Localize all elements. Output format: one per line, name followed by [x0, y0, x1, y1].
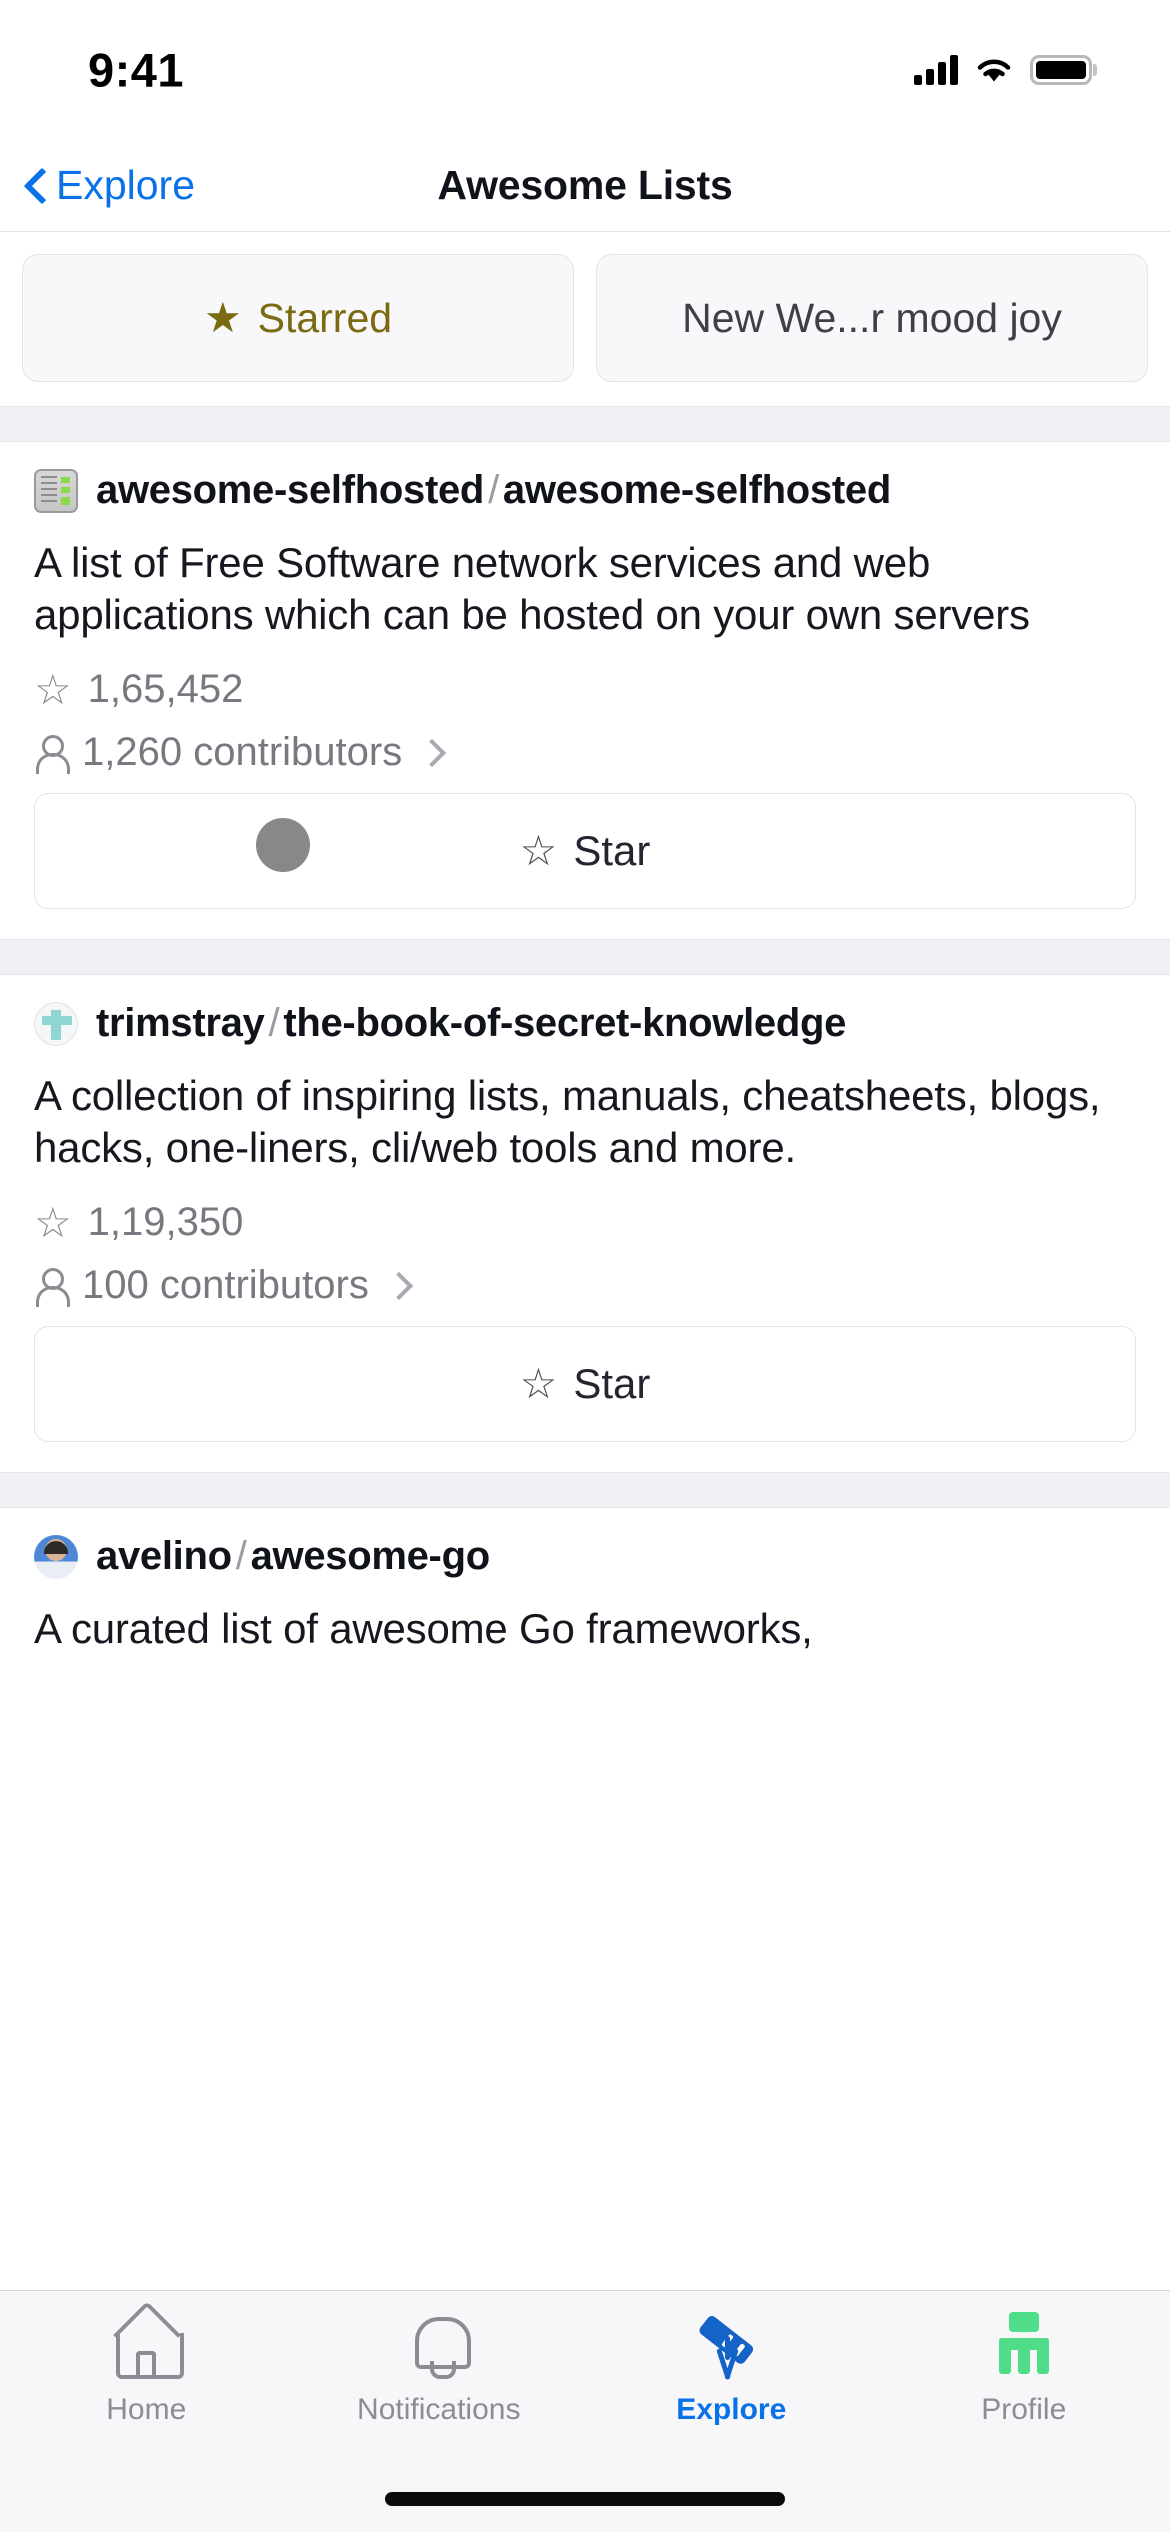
telescope-icon — [695, 2308, 767, 2380]
repository-title: the-book-of-secret-knowledge — [283, 1001, 847, 1046]
contributors-count: 100 contributors — [82, 1263, 369, 1308]
person-green-icon — [993, 2312, 1055, 2376]
repository-owner: avelino — [96, 1534, 232, 1579]
app-screen: 9:41 Explore Awesome Lists ★ Starred New… — [0, 0, 1170, 2532]
repository-header[interactable]: awesome-selfhosted / awesome-selfhosted — [34, 468, 1136, 513]
cellular-signal-icon — [914, 55, 958, 85]
wifi-icon — [977, 59, 1011, 82]
contributors-row[interactable]: 100 contributors — [34, 1263, 1136, 1308]
repository-header[interactable]: trimstray / the-book-of-secret-knowledge — [34, 1001, 1136, 1046]
repository-name: trimstray / the-book-of-secret-knowledge — [96, 1001, 846, 1046]
name-separator: / — [268, 1001, 280, 1046]
repository-title: awesome-go — [250, 1534, 490, 1579]
tab-home[interactable]: Home — [0, 2307, 293, 2451]
tab-profile-label: Profile — [981, 2393, 1067, 2426]
contributors-count: 1,260 contributors — [82, 730, 403, 775]
person-icon — [34, 733, 70, 774]
filter-chip-list[interactable]: New We...r mood joy — [596, 254, 1148, 382]
section-divider — [0, 406, 1170, 442]
status-bar-indicators — [914, 55, 1092, 85]
repository-name: awesome-selfhosted / awesome-selfhosted — [96, 468, 891, 513]
repository-title: awesome-selfhosted — [502, 468, 891, 512]
star-outline-icon: ☆ — [519, 827, 558, 875]
name-separator: / — [488, 468, 499, 512]
star-button[interactable]: ☆ Star — [34, 793, 1136, 910]
star-button-label: Star — [573, 1360, 651, 1408]
status-bar: 9:41 — [0, 0, 1170, 140]
status-bar-time: 9:41 — [88, 43, 185, 97]
repository-list: awesome-selfhosted / awesome-selfhosted A … — [0, 442, 1170, 1712]
teal-cross-icon — [34, 1001, 78, 1046]
star-button[interactable]: ☆ Star — [34, 1326, 1136, 1443]
filter-chip-starred[interactable]: ★ Starred — [22, 254, 574, 382]
name-separator: / — [235, 1534, 247, 1579]
tab-explore-label: Explore — [676, 2393, 787, 2426]
repository-description: A collection of inspiring lists, manuals… — [34, 1072, 1101, 1172]
star-filled-icon: ★ — [203, 294, 242, 341]
tab-home-label: Home — [106, 2393, 187, 2426]
repository-owner: trimstray — [96, 1001, 265, 1046]
person-icon — [34, 1266, 70, 1307]
star-outline-icon: ☆ — [34, 665, 72, 713]
bottom-tab-bar: Home Notifications Explore Profile — [0, 2290, 1170, 2532]
star-button-label: Star — [573, 827, 651, 875]
chevron-right-icon — [389, 1271, 407, 1301]
repository-card[interactable]: awesome-selfhosted / awesome-selfhosted A … — [0, 442, 1170, 940]
chevron-right-icon — [422, 738, 440, 768]
page-title: Awesome Lists — [437, 162, 733, 208]
repository-card[interactable]: avelino / awesome-go A curated list of awe… — [0, 1508, 1170, 1712]
repository-name: avelino / awesome-go — [96, 1534, 490, 1579]
tab-explore[interactable]: Explore — [585, 2307, 878, 2451]
home-indicator — [385, 2492, 785, 2506]
bell-icon — [411, 2311, 471, 2379]
server-rack-icon — [34, 468, 78, 513]
tab-notifications[interactable]: Notifications — [293, 2307, 586, 2451]
section-divider — [0, 1472, 1170, 1509]
contributors-row[interactable]: 1,260 contributors — [34, 730, 1136, 775]
filter-chip-list-label: New We...r mood joy — [682, 294, 1062, 341]
stars-row: ☆ 1,65,452 — [34, 667, 1136, 712]
repository-header[interactable]: avelino / awesome-go — [34, 1534, 1136, 1579]
user-photo-icon — [34, 1534, 78, 1579]
section-divider — [0, 939, 1170, 976]
star-outline-icon: ☆ — [34, 1198, 72, 1246]
battery-icon — [1030, 55, 1092, 85]
repository-card[interactable]: trimstray / the-book-of-secret-knowledge A… — [0, 975, 1170, 1473]
tab-profile[interactable]: Profile — [878, 2307, 1170, 2451]
filter-chip-starred-label: Starred — [257, 294, 393, 341]
repository-owner: awesome-selfhosted — [96, 468, 485, 512]
tab-notifications-label: Notifications — [357, 2393, 521, 2426]
stars-count: 1,19,350 — [87, 1200, 244, 1245]
navigation-bar: Explore Awesome Lists — [0, 140, 1170, 232]
star-outline-icon: ☆ — [519, 1360, 558, 1408]
stars-count: 1,65,452 — [87, 667, 244, 712]
home-icon — [113, 2313, 185, 2379]
stars-row: ☆ 1,19,350 — [34, 1200, 1136, 1245]
repository-description: A list of Free Software network services… — [34, 539, 1030, 639]
filter-chip-row: ★ Starred New We...r mood joy — [0, 232, 1170, 406]
repository-description: A curated list of awesome Go frameworks, — [34, 1605, 813, 1653]
